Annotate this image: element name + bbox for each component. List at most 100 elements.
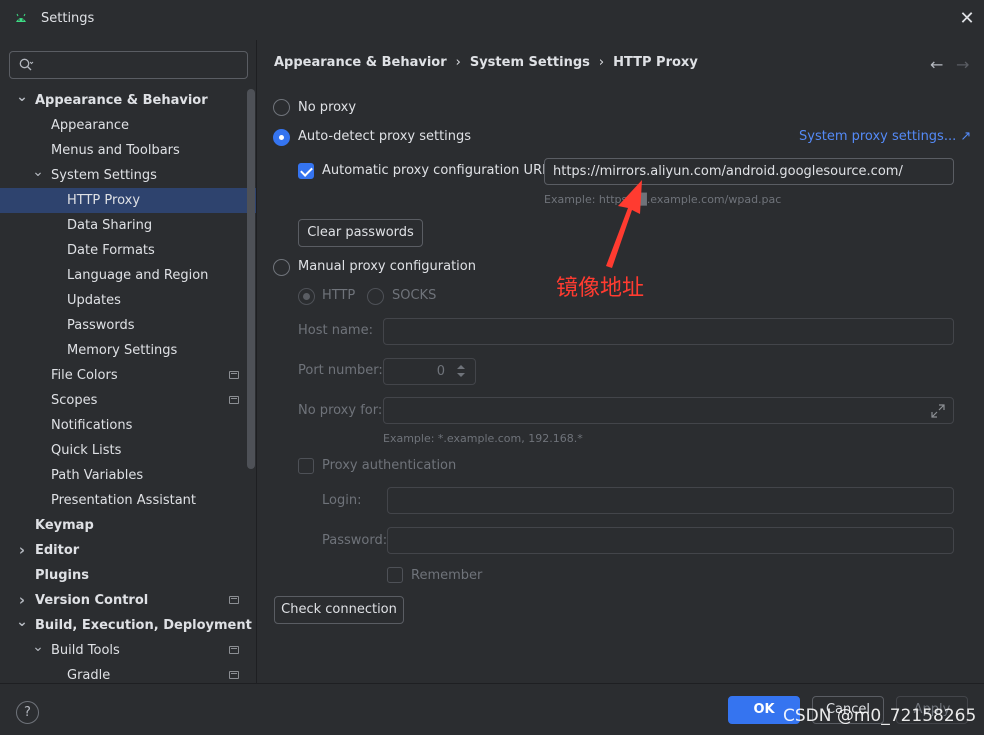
password-input [387, 527, 954, 554]
socks-radio [367, 288, 384, 305]
search-input[interactable] [9, 51, 248, 79]
sidebar-item-label: Date Formats [67, 243, 155, 258]
sidebar-item-label: Memory Settings [67, 343, 178, 358]
sidebar-item-label: Language and Region [67, 268, 209, 283]
remember-checkbox [387, 567, 403, 583]
project-level-icon [229, 646, 239, 654]
auto-detect-radio[interactable] [273, 129, 290, 146]
no-proxy-label[interactable]: No proxy [298, 100, 356, 115]
breadcrumb: Appearance & Behavior › System Settings › HT… [274, 55, 698, 70]
sidebar-item-label: System Settings [51, 168, 157, 183]
sidebar-item[interactable]: Language and Region [0, 263, 256, 288]
help-button[interactable]: ? [16, 701, 39, 724]
sidebar-item[interactable]: Memory Settings [0, 338, 256, 363]
sidebar-item-label: File Colors [51, 368, 118, 383]
back-arrow-icon[interactable]: ← [930, 55, 943, 74]
chevron-down-icon[interactable]: ⌄ [31, 638, 45, 656]
system-proxy-settings-link[interactable]: System proxy settings... ↗ [799, 129, 971, 144]
sidebar-item[interactable]: › Editor [0, 538, 256, 563]
expand-icon [931, 404, 945, 418]
socks-label: SOCKS [392, 288, 437, 303]
sidebar-item-label: Editor [35, 543, 80, 558]
sidebar-item[interactable]: Keymap [0, 513, 256, 538]
forward-arrow-icon: → [956, 55, 970, 74]
sidebar-item[interactable]: Scopes [0, 388, 256, 413]
chevron-down-icon[interactable]: ⌄ [31, 163, 45, 181]
sidebar-item-label: Plugins [35, 568, 89, 583]
search-icon [19, 58, 34, 71]
breadcrumb-separator: › [455, 55, 461, 70]
no-proxy-for-label: No proxy for: [298, 403, 383, 418]
sidebar-item[interactable]: Presentation Assistant [0, 488, 256, 513]
sidebar-item[interactable]: ⌄ Appearance & Behavior [0, 88, 256, 113]
sidebar-item-label: Notifications [51, 418, 133, 433]
auto-detect-label[interactable]: Auto-detect proxy settings [298, 129, 471, 144]
sidebar-item-label: Path Variables [51, 468, 144, 483]
breadcrumb-current: HTTP Proxy [613, 55, 698, 70]
no-proxy-for-input [383, 397, 954, 424]
sidebar-item[interactable]: › Version Control [0, 588, 256, 613]
auto-config-url-checkbox[interactable] [298, 163, 314, 179]
proxy-auth-label: Proxy authentication [322, 458, 457, 473]
sidebar-item[interactable]: Plugins [0, 563, 256, 588]
no-proxy-for-example: Example: *.example.com, 192.168.* [383, 432, 583, 445]
port-number-label: Port number: [298, 363, 383, 378]
password-label: Password: [322, 533, 388, 548]
login-label: Login: [322, 493, 362, 508]
sidebar-item-label: Build, Execution, Deployment [35, 618, 252, 633]
sidebar-item-label: Passwords [67, 318, 135, 333]
host-name-label: Host name: [298, 323, 373, 338]
chevron-right-icon[interactable]: › [15, 588, 29, 612]
sidebar-item[interactable]: Notifications [0, 413, 256, 438]
manual-proxy-label[interactable]: Manual proxy configuration [298, 259, 476, 274]
chevron-down-icon[interactable]: ⌄ [15, 88, 29, 106]
sidebar-item[interactable]: File Colors [0, 363, 256, 388]
sidebar-item[interactable]: Quick Lists [0, 438, 256, 463]
project-level-icon [229, 671, 239, 679]
no-proxy-radio[interactable] [273, 99, 290, 116]
sidebar-item-label: Gradle [67, 668, 111, 683]
chevron-down-icon[interactable]: ⌄ [15, 613, 29, 631]
sidebar-item-label: HTTP Proxy [67, 193, 141, 208]
sidebar-item-label: Quick Lists [51, 443, 122, 458]
sidebar-item[interactable]: Appearance [0, 113, 256, 138]
remember-label: Remember [411, 568, 483, 583]
sidebar-item-label: Scopes [51, 393, 98, 408]
breadcrumb-item[interactable]: Appearance & Behavior [274, 55, 447, 70]
sidebar-item[interactable]: Date Formats [0, 238, 256, 263]
sidebar-item-label: Keymap [35, 518, 94, 533]
close-icon[interactable]: ✕ [958, 10, 976, 28]
project-level-icon [229, 596, 239, 604]
sidebar-item[interactable]: Passwords [0, 313, 256, 338]
settings-main-panel: Appearance & Behavior › System Settings › HT… [256, 40, 984, 683]
check-connection-button[interactable]: Check connection [274, 596, 404, 624]
sidebar-item[interactable]: Menus and Toolbars [0, 138, 256, 163]
android-studio-icon [16, 13, 26, 22]
proxy-auth-checkbox [298, 458, 314, 474]
sidebar-item[interactable]: Data Sharing [0, 213, 256, 238]
window-title: Settings [41, 11, 95, 26]
auto-config-url-input[interactable]: https://mirrors.aliyun.com/android.googl… [544, 158, 954, 185]
sidebar-item[interactable]: HTTP Proxy [0, 188, 256, 213]
annotation-text: 镜像地址 [556, 276, 645, 301]
sidebar-item[interactable]: ⌄ Build, Execution, Deployment [0, 613, 256, 638]
sidebar-item-label: Menus and Toolbars [51, 143, 180, 158]
chevron-right-icon[interactable]: › [15, 538, 29, 562]
sidebar-item[interactable]: Updates [0, 288, 256, 313]
host-name-input [383, 318, 954, 345]
sidebar-item-label: Data Sharing [67, 218, 153, 233]
sidebar-item[interactable]: ⌄ System Settings [0, 163, 256, 188]
settings-sidebar: ⌄ Appearance & Behavior Appearance Menus an… [0, 40, 256, 683]
project-level-icon [229, 396, 239, 404]
sidebar-item[interactable]: ⌄ Build Tools [0, 638, 256, 663]
breadcrumb-item[interactable]: System Settings [470, 55, 590, 70]
manual-proxy-radio[interactable] [273, 259, 290, 276]
sidebar-item[interactable]: Path Variables [0, 463, 256, 488]
clear-passwords-button[interactable]: Clear passwords [298, 219, 423, 247]
http-radio [298, 288, 315, 305]
http-label: HTTP [322, 288, 356, 303]
sidebar-scrollbar[interactable] [247, 89, 255, 469]
sidebar-item[interactable]: Gradle [0, 663, 256, 683]
project-level-icon [229, 371, 239, 379]
sidebar-item-label: Updates [67, 293, 121, 308]
